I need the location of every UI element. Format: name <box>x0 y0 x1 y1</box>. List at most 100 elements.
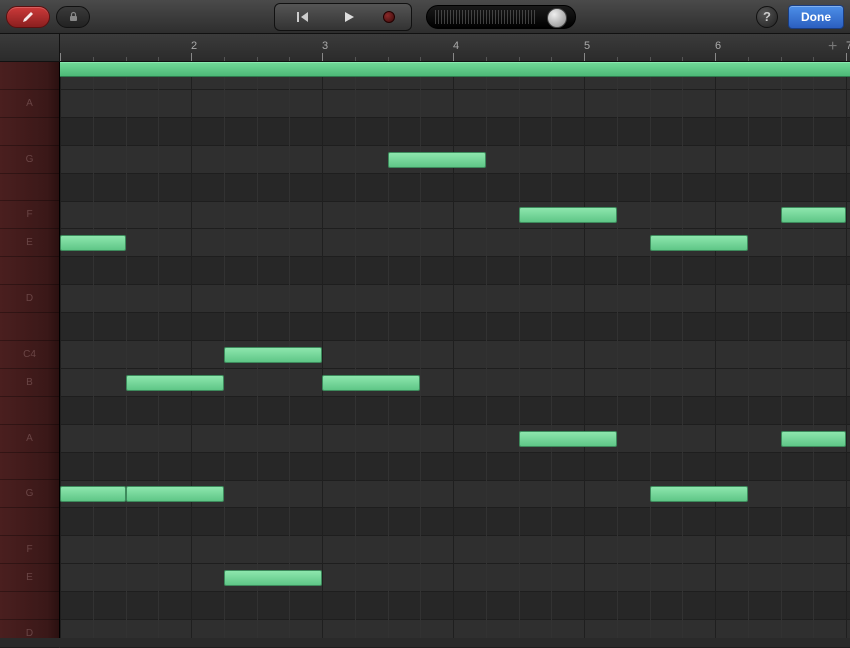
bar-line <box>715 62 716 638</box>
bar-line <box>322 62 323 638</box>
ruler-beat-tick <box>355 57 356 61</box>
key-row[interactable]: G <box>0 146 59 174</box>
key-row[interactable] <box>0 257 59 285</box>
row-shade <box>60 174 850 202</box>
region-strip[interactable] <box>60 62 850 77</box>
zoom-in-button[interactable]: + <box>828 40 846 54</box>
midi-note[interactable] <box>388 152 486 168</box>
transport-box <box>274 3 412 31</box>
key-row[interactable]: D <box>0 285 59 313</box>
key-row[interactable] <box>0 62 59 90</box>
row-divider <box>60 535 850 536</box>
key-row[interactable]: G <box>0 481 59 509</box>
piano-roll-area: AGFEDC4BAGFED <box>0 62 850 638</box>
beat-line <box>388 62 389 638</box>
key-row[interactable] <box>0 174 59 202</box>
key-row[interactable]: A <box>0 425 59 453</box>
timeline-ruler[interactable]: + 234567 <box>0 34 850 62</box>
midi-note[interactable] <box>60 235 126 251</box>
record-button[interactable] <box>373 6 405 28</box>
midi-note[interactable] <box>224 347 322 363</box>
edit-mode-tools <box>6 6 90 28</box>
ruler-beat-tick <box>682 57 683 61</box>
midi-note[interactable] <box>781 431 847 447</box>
row-shade <box>60 592 850 620</box>
ruler-bar-tick <box>715 53 716 61</box>
go-to-start-button[interactable] <box>281 6 325 28</box>
ruler-bar-number: 4 <box>453 40 459 52</box>
ruler-bar-tick <box>453 53 454 61</box>
key-row[interactable]: E <box>0 229 59 257</box>
midi-note[interactable] <box>781 207 847 223</box>
key-row[interactable] <box>0 313 59 341</box>
row-shade <box>60 257 850 285</box>
key-row[interactable] <box>0 397 59 425</box>
slider-knob[interactable] <box>547 8 567 28</box>
ruler-bar-tick <box>191 53 192 61</box>
ruler-bar-number: 2 <box>191 40 197 52</box>
midi-note[interactable] <box>60 486 126 502</box>
help-button[interactable]: ? <box>756 6 778 28</box>
midi-note[interactable] <box>224 570 322 586</box>
key-row[interactable]: D <box>0 620 59 648</box>
midi-note[interactable] <box>126 486 224 502</box>
key-row[interactable]: B <box>0 369 59 397</box>
note-grid[interactable] <box>60 62 850 638</box>
plus-icon: + <box>828 38 837 55</box>
midi-note[interactable] <box>519 431 617 447</box>
midi-note[interactable] <box>650 486 748 502</box>
velocity-slider[interactable] <box>426 5 576 29</box>
ruler-bar-tick <box>60 53 61 61</box>
row-divider <box>60 89 850 90</box>
row-divider <box>60 340 850 341</box>
ruler-beat-tick <box>257 57 258 61</box>
lock-button[interactable] <box>56 6 90 28</box>
midi-note[interactable] <box>126 375 224 391</box>
beat-line <box>617 62 618 638</box>
row-divider <box>60 145 850 146</box>
ruler-beat-tick <box>486 57 487 61</box>
key-row[interactable] <box>0 118 59 146</box>
draw-tool-button[interactable] <box>6 6 50 28</box>
ruler-bar-number: 6 <box>715 40 721 52</box>
key-column[interactable]: AGFEDC4BAGFED <box>0 62 60 638</box>
ruler-beat-tick <box>519 57 520 61</box>
ruler-bar-number: 3 <box>322 40 328 52</box>
key-row[interactable] <box>0 508 59 536</box>
beat-line <box>748 62 749 638</box>
lock-icon <box>68 11 79 22</box>
key-row[interactable]: E <box>0 564 59 592</box>
midi-note[interactable] <box>519 207 617 223</box>
ruler-bar-tick <box>322 53 323 61</box>
beat-line <box>158 62 159 638</box>
beat-line <box>813 62 814 638</box>
beat-line <box>126 62 127 638</box>
midi-note[interactable] <box>650 235 748 251</box>
ruler-beat-tick <box>158 57 159 61</box>
midi-note[interactable] <box>322 375 420 391</box>
key-row[interactable]: C4 <box>0 341 59 369</box>
beat-line <box>650 62 651 638</box>
key-row[interactable] <box>0 453 59 481</box>
play-button[interactable] <box>327 6 371 28</box>
key-row[interactable]: F <box>0 202 59 230</box>
ruler-bar-tick <box>584 53 585 61</box>
ruler-bar-tick <box>846 53 847 61</box>
row-divider <box>60 284 850 285</box>
bar-line <box>453 62 454 638</box>
row-shade <box>60 397 850 425</box>
row-shade <box>60 508 850 536</box>
beat-line <box>682 62 683 638</box>
row-divider <box>60 480 850 481</box>
row-divider <box>60 201 850 202</box>
key-row[interactable]: F <box>0 536 59 564</box>
ruler-beat-tick <box>748 57 749 61</box>
slider-track <box>435 10 535 24</box>
done-button[interactable]: Done <box>788 5 844 29</box>
row-shade <box>60 313 850 341</box>
ruler-beat-tick <box>420 57 421 61</box>
key-row[interactable] <box>0 592 59 620</box>
beat-line <box>551 62 552 638</box>
transport-controls <box>274 3 576 31</box>
key-row[interactable]: A <box>0 90 59 118</box>
